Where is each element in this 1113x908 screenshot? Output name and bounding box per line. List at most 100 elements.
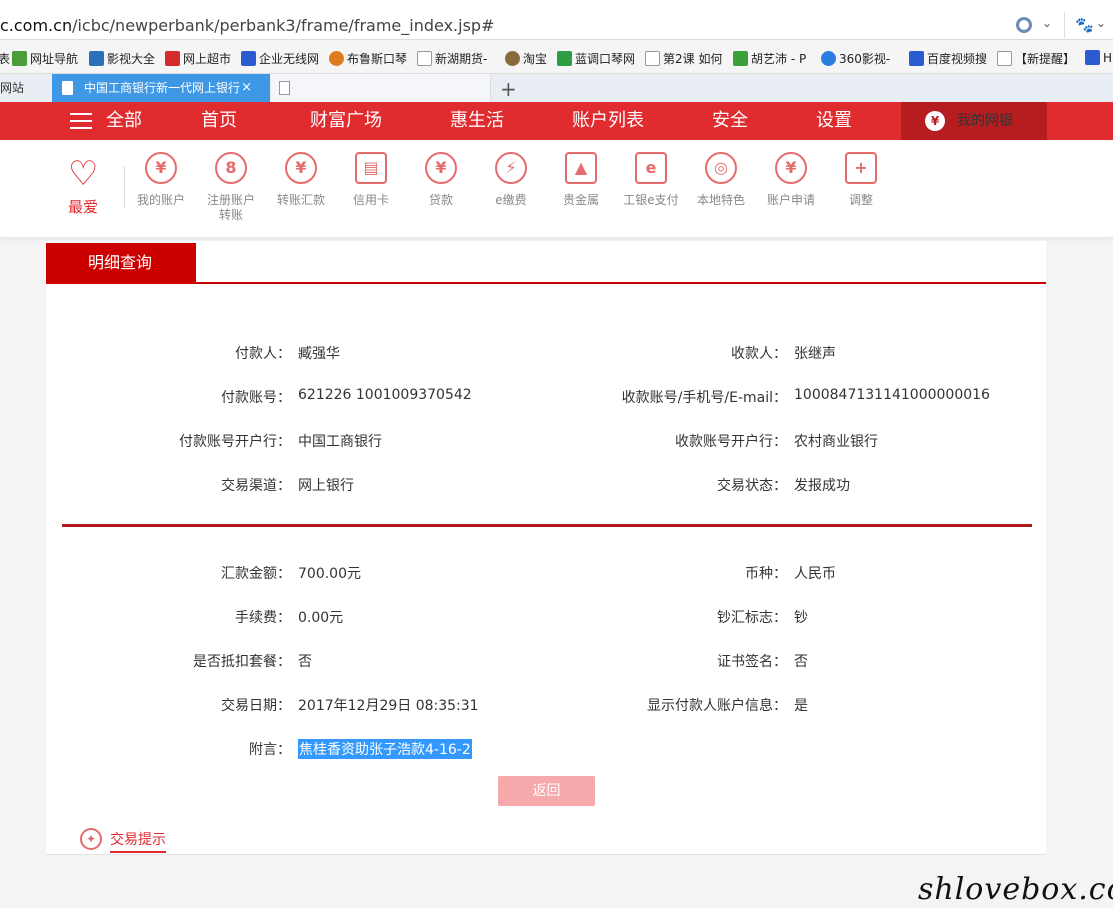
tips-panel (46, 813, 1046, 855)
new-tab-icon[interactable]: + (500, 77, 517, 101)
payee-value: 张继声 (794, 346, 836, 362)
chevron-down-icon[interactable]: ⌄ (1042, 16, 1052, 30)
cert-value: 否 (794, 654, 808, 670)
watermark: shlovebox.com (918, 872, 1113, 907)
bookmark[interactable]: 胡艺沛 - P (733, 50, 806, 67)
address-bar[interactable]: c.com.cn/icbc/newperbank/perbank3/frame/… (0, 0, 1113, 40)
plus-icon: + (845, 152, 877, 184)
yuan-exchange-icon: ¥ (285, 152, 317, 184)
section-divider (62, 524, 1032, 527)
bookmark-icon (557, 51, 572, 66)
fee-label: 手续费： (235, 610, 291, 626)
bookmark-icon (1085, 50, 1100, 65)
payee-bank-label: 收款账号开户行： (675, 434, 787, 450)
tool-transfer[interactable]: ¥ 转账汇款 (265, 140, 337, 208)
chevron-down-icon[interactable]: ⌄ (1096, 16, 1106, 30)
bookmark[interactable]: 企业无线网 (241, 50, 319, 67)
tab-bar: 网站 中国工商银行新一代网上银行 × + (0, 74, 1113, 102)
payer-account-value: 621226 1001009370542 (298, 387, 472, 403)
nav-security[interactable]: 安全 (712, 102, 748, 140)
tab-detail-query[interactable]: 明细查询 (46, 243, 196, 283)
currency-value: 人民币 (794, 566, 836, 582)
tool-my-account[interactable]: ¥ 我的账户 (125, 140, 197, 208)
payee-account-value: 1000847131141000000016 (794, 387, 990, 403)
nav-home[interactable]: 首页 (201, 102, 237, 140)
tool-icbc-epay[interactable]: e 工银e支付 (615, 140, 687, 208)
tool-account-apply[interactable]: ¥ 账户申请 (755, 140, 827, 208)
browser-tab[interactable]: 网站 (0, 74, 50, 102)
tool-adjust[interactable]: + 调整 (825, 140, 897, 208)
payer-bank-label: 付款账号开户行： (179, 434, 291, 450)
bookmark[interactable]: 影视大全 (89, 50, 155, 67)
payee-bank-value: 农村商业银行 (794, 434, 878, 450)
tool-e-payment[interactable]: ⚡ e缴费 (475, 140, 547, 208)
lightbulb-icon: ✦ (80, 828, 102, 850)
bookmark-icon (821, 51, 836, 66)
ie-compat-icon[interactable] (1016, 17, 1032, 33)
bookmark-icon (89, 51, 104, 66)
back-button[interactable]: 返回 (498, 776, 595, 806)
money-bag-icon: ¥ (925, 111, 945, 131)
bookmark[interactable]: 第2课 如何 (645, 50, 722, 67)
package-label: 是否抵扣套餐： (193, 654, 291, 670)
amount-label: 汇款金额： (221, 566, 291, 582)
browser-tab[interactable] (271, 74, 491, 102)
bookmark[interactable]: 布鲁斯口琴 (329, 50, 407, 67)
heart-icon[interactable]: ♡ (68, 154, 98, 194)
bookmark[interactable]: 百度视频搜 (909, 50, 987, 67)
bookmark[interactable]: 【新提醒】 (997, 50, 1075, 67)
yuan-icon: ¥ (775, 152, 807, 184)
detail-panel (46, 241, 1046, 813)
baidu-search-icon[interactable]: 🐾 (1075, 16, 1094, 34)
bookmark[interactable]: 360影视- (821, 50, 890, 67)
tool-precious-metal[interactable]: ▲ 贵金属 (545, 140, 617, 208)
tool-local[interactable]: ◎ 本地特色 (685, 140, 757, 208)
tool-credit-card[interactable]: ▤ 信用卡 (335, 140, 407, 208)
bookmark[interactable]: 蓝调口琴网 (557, 50, 635, 67)
droplet-icon: ⚡ (495, 152, 527, 184)
nav-life[interactable]: 惠生活 (450, 102, 504, 140)
url-text[interactable]: c.com.cn/icbc/newperbank/perbank3/frame/… (0, 16, 494, 35)
channel-value: 网上银行 (298, 478, 354, 494)
bookmark-icon (12, 51, 27, 66)
card-e-icon: e (635, 152, 667, 184)
cash-flag-value: 钞 (794, 610, 808, 626)
transfer-icon: 8 (215, 152, 247, 184)
payee-label: 收款人： (731, 346, 787, 362)
bookmark[interactable]: H (1085, 50, 1112, 65)
payer-bank-value: 中国工商银行 (298, 434, 382, 450)
payee-account-label: 收款账号/手机号/E-mail： (621, 390, 787, 406)
page-icon (997, 51, 1012, 66)
tool-registered-transfer[interactable]: 8 注册账户转账 (195, 140, 267, 223)
nav-my-bank[interactable]: ¥ 我的网银 (901, 102, 1047, 140)
date-value: 2017年12月29日 08:35:31 (298, 698, 479, 714)
nav-all[interactable]: 全部 (106, 102, 142, 140)
local-icon: ◎ (705, 152, 737, 184)
divider (46, 282, 1046, 284)
close-icon[interactable]: × (241, 74, 252, 102)
menu-icon[interactable] (70, 113, 92, 129)
memo-value[interactable]: 焦桂香资助张子浩款4-16-2 (298, 739, 472, 759)
nav-accounts[interactable]: 账户列表 (572, 102, 644, 140)
bookmark-icon (329, 51, 344, 66)
bookmark-icon (241, 51, 256, 66)
tool-loan[interactable]: ¥ 贷款 (405, 140, 477, 208)
bookmark-cut[interactable]: 表 (0, 50, 10, 67)
favorites-label[interactable]: 最爱 (68, 196, 98, 217)
bookmark[interactable]: 新湖期货- (417, 50, 487, 67)
tab-transaction-tips[interactable]: 交易提示 (110, 829, 166, 853)
memo-label: 附言： (249, 742, 291, 758)
bookmark[interactable]: 网址导航 (12, 50, 78, 67)
nav-wealth[interactable]: 财富广场 (310, 102, 382, 140)
payer-value: 臧强华 (298, 346, 340, 362)
cash-flag-label: 钞汇标志： (717, 610, 787, 626)
yuan-icon: ¥ (145, 152, 177, 184)
fee-value: 0.00元 (298, 610, 344, 626)
browser-tab-active[interactable]: 中国工商银行新一代网上银行 × (52, 74, 270, 102)
money-bag-icon: ¥ (425, 152, 457, 184)
nav-settings[interactable]: 设置 (816, 102, 852, 140)
page-icon (279, 81, 290, 95)
bookmark[interactable]: 网上超市 (165, 50, 231, 67)
credit-card-icon: ▤ (355, 152, 387, 184)
bookmark[interactable]: 淘宝 (505, 50, 547, 67)
